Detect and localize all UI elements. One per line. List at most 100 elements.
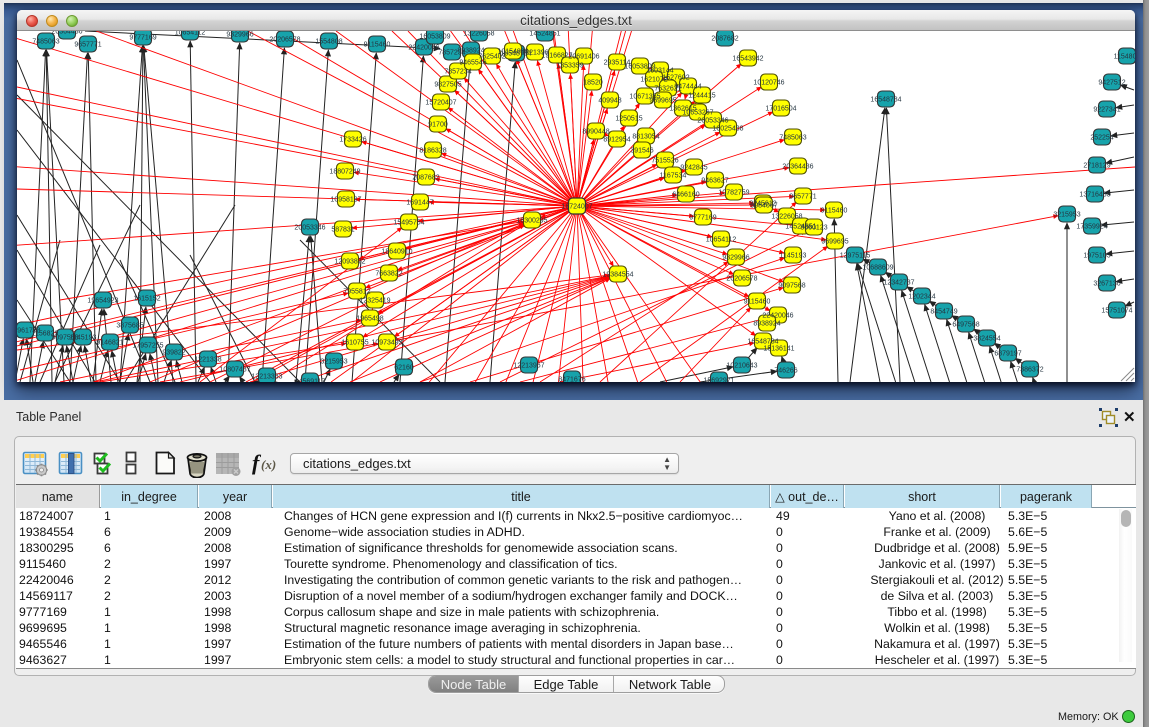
svg-text:13226058: 13226058 <box>771 214 802 221</box>
svg-text:62160: 62160 <box>394 365 414 372</box>
svg-text:9227341: 9227341 <box>1093 107 1120 114</box>
svg-text:1145193: 1145193 <box>780 253 807 260</box>
svg-text:1202344: 1202344 <box>908 294 935 301</box>
svg-text:12342737: 12342737 <box>883 280 914 287</box>
svg-text:15720407: 15720407 <box>425 100 456 107</box>
svg-text:10688609: 10688609 <box>862 265 893 272</box>
svg-text:22420046: 22420046 <box>762 313 793 320</box>
svg-text:16548784: 16548784 <box>747 339 778 346</box>
svg-text:10958187: 10958187 <box>330 197 361 204</box>
svg-text:9115460: 9115460 <box>364 42 391 49</box>
svg-text:9465546: 9465546 <box>459 60 486 67</box>
svg-text:10654112: 10654112 <box>175 31 206 37</box>
svg-text:9427512: 9427512 <box>1098 80 1125 87</box>
svg-text:7955812: 7955812 <box>343 289 370 296</box>
svg-text:9097568: 9097568 <box>778 283 805 290</box>
svg-text:(x): (x) <box>261 457 276 472</box>
svg-text:17016504: 17016504 <box>765 106 796 113</box>
svg-text:20364436: 20364436 <box>782 164 813 171</box>
svg-text:6497568: 6497568 <box>952 322 979 329</box>
svg-text:1145193: 1145193 <box>70 335 97 342</box>
svg-text:13226058: 13226058 <box>463 31 494 38</box>
svg-text:9657771: 9657771 <box>789 194 816 201</box>
svg-text:9699695: 9699695 <box>821 239 848 246</box>
svg-text:10025438: 10025438 <box>712 126 743 133</box>
svg-text:10210643: 10210643 <box>726 363 757 370</box>
svg-text:16543942: 16543942 <box>732 56 763 63</box>
svg-text:9329966: 9329966 <box>226 32 253 39</box>
svg-text:746266: 746266 <box>774 368 797 375</box>
svg-text:15751074: 15751074 <box>1101 308 1132 315</box>
svg-text:1733426: 1733426 <box>339 137 366 144</box>
svg-text:10654112: 10654112 <box>706 237 737 244</box>
svg-text:1610755: 1610755 <box>341 340 368 347</box>
svg-text:16548784: 16548784 <box>870 97 901 104</box>
svg-text:2718129: 2718129 <box>1083 163 1110 170</box>
svg-text:9115460: 9115460 <box>821 208 848 215</box>
svg-text:252254: 252254 <box>1090 135 1113 142</box>
svg-text:7663822: 7663822 <box>375 271 402 278</box>
svg-text:939822: 939822 <box>162 350 185 357</box>
svg-text:3875685: 3875685 <box>116 323 143 330</box>
svg-text:14524851: 14524851 <box>529 31 560 38</box>
svg-text:1554808: 1554808 <box>315 39 342 46</box>
svg-text:13716485: 13716485 <box>1079 192 1110 199</box>
svg-text:1221338: 1221338 <box>194 357 221 364</box>
svg-text:1965498: 1965498 <box>356 316 383 323</box>
svg-text:19384554: 19384554 <box>602 272 633 279</box>
svg-text:12975115: 12975115 <box>840 253 871 260</box>
svg-text:9146821: 9146821 <box>96 340 123 347</box>
svg-text:8186328: 8186328 <box>419 148 446 155</box>
svg-text:17957255: 17957255 <box>132 343 163 350</box>
svg-text:12093872: 12093872 <box>334 259 365 266</box>
svg-text:9329966: 9329966 <box>722 255 749 262</box>
svg-text:9463627: 9463627 <box>701 178 728 185</box>
svg-text:9827505: 9827505 <box>434 82 461 89</box>
svg-text:8660123: 8660123 <box>800 225 827 232</box>
svg-text:1167534: 1167534 <box>660 173 687 180</box>
svg-text:1691447: 1691447 <box>406 200 433 207</box>
svg-text:7485063: 7485063 <box>779 135 806 142</box>
svg-text:20053346: 20053346 <box>697 118 728 125</box>
svg-text:9084067: 9084067 <box>750 203 777 210</box>
svg-text:7515526: 7515526 <box>651 158 678 165</box>
svg-text:7857234: 7857234 <box>438 50 465 57</box>
svg-text:18520: 18520 <box>583 80 603 87</box>
svg-text:10653267: 10653267 <box>682 110 713 117</box>
svg-text:3824554: 3824554 <box>973 336 1000 343</box>
svg-text:391546: 391546 <box>630 148 653 155</box>
svg-text:9474444: 9474444 <box>674 84 701 91</box>
svg-text:3267130: 3267130 <box>1093 281 1120 288</box>
svg-text:20364436: 20364436 <box>51 31 82 36</box>
svg-text:7485063: 7485063 <box>32 39 59 46</box>
svg-text:8990448: 8990448 <box>582 129 609 136</box>
svg-text:15692971: 15692971 <box>703 378 734 382</box>
svg-text:20206578: 20206578 <box>726 276 757 283</box>
svg-text:20206578: 20206578 <box>269 37 300 44</box>
svg-text:12325419: 12325419 <box>359 298 390 305</box>
svg-text:10120746: 10120746 <box>753 80 784 87</box>
svg-text:22420046: 22420046 <box>408 45 439 52</box>
svg-text:1615152: 1615152 <box>133 296 160 303</box>
svg-text:1353359: 1353359 <box>556 63 583 70</box>
svg-text:8938924: 8938924 <box>753 321 780 328</box>
svg-text:8454749: 8454749 <box>930 309 957 316</box>
svg-text:9777169: 9777169 <box>689 215 716 222</box>
svg-text:6466160: 6466160 <box>672 192 699 199</box>
svg-text:1527602: 1527602 <box>662 75 689 82</box>
svg-text:1244415: 1244415 <box>688 93 715 100</box>
svg-text:10807487: 10807487 <box>219 367 250 374</box>
svg-text:2603144: 2603144 <box>646 68 673 75</box>
svg-text:1154808: 1154808 <box>1114 54 1135 61</box>
svg-text:1250515: 1250515 <box>615 116 642 123</box>
svg-text:1975105: 1975105 <box>1083 253 1110 260</box>
svg-text:8471676: 8471676 <box>558 377 585 382</box>
svg-text:20053346: 20053346 <box>294 225 325 232</box>
svg-text:18807249: 18807249 <box>329 169 360 176</box>
svg-text:8813054: 8813054 <box>632 134 659 141</box>
svg-text:16053809: 16053809 <box>419 34 450 41</box>
svg-text:18640910: 18640910 <box>381 249 412 256</box>
svg-text:8912954: 8912954 <box>603 137 630 144</box>
svg-text:409948: 409948 <box>598 98 621 105</box>
svg-text:91700: 91700 <box>428 122 448 129</box>
